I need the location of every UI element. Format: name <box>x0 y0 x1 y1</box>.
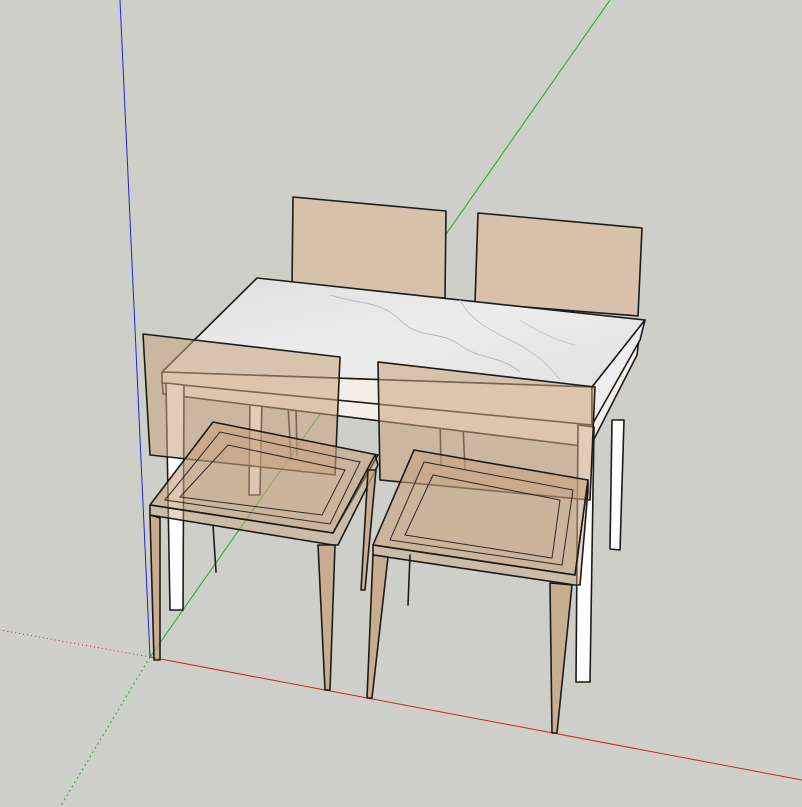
chair-front-left-leg-front-right <box>317 544 336 691</box>
z-axis-line <box>119 0 151 658</box>
modeling-viewport[interactable] <box>0 0 802 807</box>
3d-scene[interactable] <box>0 0 802 807</box>
table-leg-back-right <box>609 419 625 551</box>
chair-back-right-backrest <box>474 212 643 317</box>
chair-front-right-leg-front-right <box>549 582 573 734</box>
chair-front-right[interactable] <box>366 361 596 734</box>
x-axis-line <box>149 656 802 781</box>
x-axis-negative-line <box>0 629 151 658</box>
chair-front-right-leg-back-left <box>407 554 411 606</box>
y-axis-negative-line <box>59 656 151 807</box>
chair-back-left-backrest <box>291 196 447 299</box>
chair-front-right-leg-front-left <box>366 554 389 699</box>
chair-front-left-leg-front-left <box>149 514 161 661</box>
